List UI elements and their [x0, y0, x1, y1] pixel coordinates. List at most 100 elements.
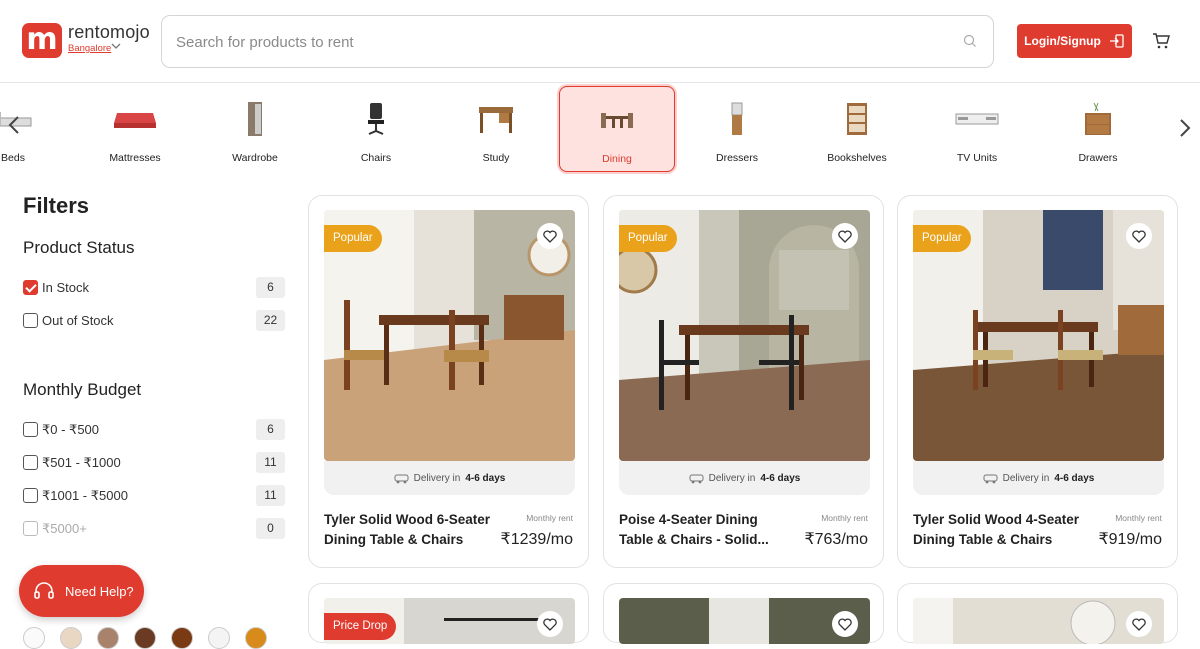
product-card[interactable]: Popular Delivery in 4-6 days Tyler Solid … — [308, 195, 589, 568]
product-price: ₹919/mo — [1098, 531, 1162, 548]
delivery-prefix: Delivery in — [1002, 472, 1050, 484]
category-label: Bookshelves — [827, 152, 887, 164]
truck-icon — [983, 474, 998, 483]
product-name[interactable]: Tyler Solid Wood 6-Seater Dining Table &… — [324, 510, 499, 550]
category-drawers[interactable]: Drawers — [1040, 86, 1156, 172]
category-mattresses[interactable]: Mattresses — [77, 86, 193, 172]
color-swatch[interactable] — [134, 627, 156, 649]
filter-budget-5000-plus: ₹5000+ 0 — [23, 518, 285, 540]
filter-count: 0 — [256, 518, 285, 539]
color-swatch[interactable] — [23, 627, 45, 649]
product-card[interactable]: Popular Delivery in 4-6 days Poise 4-Seat… — [603, 195, 884, 568]
category-strip: Beds Mattresses Wardrobe Chairs Study Di… — [0, 83, 1200, 183]
brand-name[interactable]: rentomojo — [68, 22, 150, 43]
filter-budget-1001-5000[interactable]: ₹1001 - ₹5000 11 — [23, 485, 285, 507]
category-label: Drawers — [1078, 152, 1118, 164]
product-name-line2: Table & Chairs - Solid... — [619, 532, 769, 547]
delivery-info: Delivery in 4-6 days — [324, 461, 575, 495]
checkbox[interactable] — [23, 455, 38, 470]
category-label: Mattresses — [109, 152, 161, 164]
category-study[interactable]: Study — [438, 86, 554, 172]
product-name-line1: Poise 4-Seater Dining — [619, 512, 758, 527]
search-icon[interactable] — [963, 34, 977, 48]
headset-icon — [34, 582, 54, 599]
dresser-icon — [679, 99, 795, 139]
color-swatch[interactable] — [208, 627, 230, 649]
filter-count: 6 — [256, 277, 285, 298]
category-label: Beds — [1, 152, 25, 164]
category-dining[interactable]: Dining — [559, 86, 675, 172]
chevron-down-icon[interactable] — [111, 42, 121, 52]
color-swatch[interactable] — [245, 627, 267, 649]
login-signup-button[interactable]: Login/Signup — [1017, 24, 1132, 58]
category-label: TV Units — [956, 152, 998, 164]
category-label: Dining — [602, 153, 632, 165]
category-dressers[interactable]: Dressers — [679, 86, 795, 172]
popular-badge: Popular — [619, 225, 677, 252]
heart-icon[interactable] — [832, 223, 858, 249]
filter-in-stock[interactable]: In Stock 6 — [23, 277, 285, 299]
delivery-days: 4-6 days — [1054, 472, 1095, 484]
study-desk-icon — [438, 99, 554, 139]
product-name[interactable]: Poise 4-Seater Dining Table & Chairs - S… — [619, 510, 794, 550]
category-bookshelves[interactable]: Bookshelves — [799, 86, 915, 172]
delivery-prefix: Delivery in — [708, 472, 756, 484]
scroll-left-arrow-icon[interactable] — [8, 115, 20, 141]
category-chairs[interactable]: Chairs — [318, 86, 434, 172]
monthly-rent-label: Monthly rent — [1115, 513, 1162, 523]
filter-label: Out of Stock — [42, 313, 114, 328]
heart-icon[interactable] — [537, 223, 563, 249]
product-card[interactable] — [603, 583, 884, 644]
heart-icon[interactable] — [832, 611, 858, 637]
heart-icon[interactable] — [537, 611, 563, 637]
cart-icon[interactable] — [1152, 32, 1170, 55]
product-name-line1: Tyler Solid Wood 6-Seater — [324, 512, 491, 527]
tv-unit-icon — [919, 99, 1035, 139]
filter-label: ₹1001 - ₹5000 — [42, 488, 128, 503]
category-wardrobe[interactable]: Wardrobe — [197, 86, 313, 172]
chair-icon — [318, 99, 434, 139]
product-card[interactable]: Popular Delivery in 4-6 days Tyler Solid … — [897, 195, 1178, 568]
color-swatch[interactable] — [60, 627, 82, 649]
filter-out-of-stock[interactable]: Out of Stock 22 — [23, 310, 285, 332]
color-swatch[interactable] — [171, 627, 193, 649]
checkbox[interactable] — [23, 422, 38, 437]
search-input[interactable] — [176, 30, 936, 54]
product-name-line1: Tyler Solid Wood 4-Seater — [913, 512, 1080, 527]
color-swatch[interactable] — [97, 627, 119, 649]
delivery-days: 4-6 days — [760, 472, 801, 484]
product-name[interactable]: Tyler Solid Wood 4-Seater Dining Table &… — [913, 510, 1088, 550]
filter-count: 22 — [256, 310, 285, 331]
heart-icon[interactable] — [1126, 223, 1152, 249]
filter-budget-0-500[interactable]: ₹0 - ₹500 6 — [23, 419, 285, 441]
filter-count: 6 — [256, 419, 285, 440]
category-tv-units[interactable]: TV Units — [919, 86, 1035, 172]
product-card[interactable]: Price Drop — [308, 583, 589, 644]
filter-count: 11 — [256, 452, 285, 473]
delivery-days: 4-6 days — [465, 472, 506, 484]
product-card[interactable] — [897, 583, 1178, 644]
truck-icon — [689, 474, 704, 483]
search-bar[interactable] — [161, 15, 994, 68]
product-name-line2: Dining Table & Chairs — [913, 532, 1053, 547]
category-label: Wardrobe — [232, 152, 278, 164]
city-selector[interactable]: Bangalore — [68, 43, 111, 54]
checkbox-disabled — [23, 521, 38, 536]
category-label: Chairs — [360, 152, 392, 164]
rentomojo-logo[interactable]: m — [22, 23, 62, 58]
checkbox[interactable] — [23, 488, 38, 503]
delivery-prefix: Delivery in — [413, 472, 461, 484]
heart-icon[interactable] — [1126, 611, 1152, 637]
category-label: Dressers — [715, 152, 758, 164]
filter-label: In Stock — [42, 280, 89, 295]
need-help-button[interactable]: Need Help? — [19, 565, 144, 617]
checkbox[interactable] — [23, 313, 38, 328]
monthly-budget-title: Monthly Budget — [23, 380, 142, 399]
delivery-info: Delivery in 4-6 days — [619, 461, 870, 495]
delivery-info: Delivery in 4-6 days — [913, 461, 1164, 495]
popular-badge: Popular — [913, 225, 971, 252]
checkbox-checked[interactable] — [23, 280, 38, 295]
filter-label: ₹0 - ₹500 — [42, 422, 100, 437]
filter-budget-501-1000[interactable]: ₹501 - ₹1000 11 — [23, 452, 285, 474]
scroll-right-arrow-icon[interactable] — [1179, 118, 1191, 144]
